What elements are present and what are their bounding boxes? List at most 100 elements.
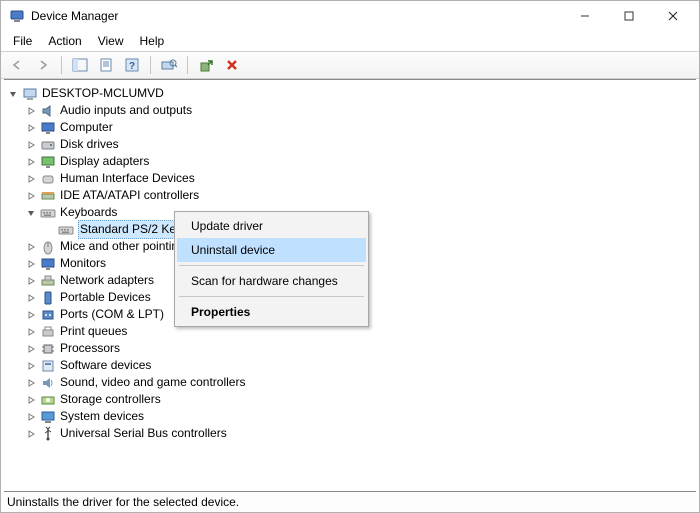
speaker-icon [40, 103, 56, 119]
tree-category[interactable]: Processors [6, 340, 694, 357]
disk-icon [40, 137, 56, 153]
portable-icon [40, 290, 56, 306]
scan-hardware-button[interactable] [157, 54, 181, 76]
context-menu: Update driverUninstall device Scan for ha… [174, 211, 369, 327]
menubar: File Action View Help [1, 31, 699, 51]
toolbar-separator [150, 56, 151, 74]
monitor-icon [40, 256, 56, 272]
category-label: Ports (COM & LPT) [60, 306, 164, 323]
tree-category[interactable]: Disk drives [6, 136, 694, 153]
context-menu-item[interactable]: Properties [177, 300, 366, 324]
network-icon [40, 273, 56, 289]
minimize-button[interactable] [563, 2, 607, 30]
context-menu-item[interactable]: Uninstall device [177, 238, 366, 262]
storage-icon [40, 392, 56, 408]
chevron-right-icon[interactable] [24, 376, 38, 390]
back-button[interactable] [5, 54, 29, 76]
tree-category[interactable]: Computer [6, 119, 694, 136]
svg-text:?: ? [129, 61, 135, 72]
chevron-right-icon[interactable] [24, 393, 38, 407]
tree-category[interactable]: IDE ATA/ATAPI controllers [6, 187, 694, 204]
chevron-right-icon[interactable] [24, 121, 38, 135]
tree-category[interactable]: Display adapters [6, 153, 694, 170]
computer-icon [22, 86, 38, 102]
software-icon [40, 358, 56, 374]
ide-icon [40, 188, 56, 204]
tree-category[interactable]: Human Interface Devices [6, 170, 694, 187]
help-button[interactable]: ? [120, 54, 144, 76]
toolbar: ? [1, 51, 699, 79]
mouse-icon [40, 239, 56, 255]
app-icon [9, 8, 25, 24]
context-menu-separator [179, 265, 364, 266]
chevron-right-icon[interactable] [24, 291, 38, 305]
update-driver-button[interactable] [194, 54, 218, 76]
chevron-right-icon[interactable] [24, 410, 38, 424]
tree-category[interactable]: Universal Serial Bus controllers [6, 425, 694, 442]
chevron-right-icon[interactable] [24, 138, 38, 152]
category-label: Universal Serial Bus controllers [60, 425, 227, 442]
keyboard-icon [40, 205, 56, 221]
category-label: System devices [60, 408, 144, 425]
tree-category[interactable]: Software devices [6, 357, 694, 374]
titlebar: Device Manager [1, 1, 699, 31]
chevron-down-icon[interactable] [6, 87, 20, 101]
chevron-right-icon[interactable] [24, 189, 38, 203]
menu-file[interactable]: File [5, 32, 40, 50]
category-label: Keyboards [60, 204, 117, 221]
menu-action[interactable]: Action [40, 32, 89, 50]
category-label: Software devices [60, 357, 151, 374]
chevron-down-icon[interactable] [24, 206, 38, 220]
root-label: DESKTOP-MCLUMVD [42, 85, 164, 102]
category-label: Computer [60, 119, 113, 136]
tree-category[interactable]: Sound, video and game controllers [6, 374, 694, 391]
show-hide-tree-button[interactable] [68, 54, 92, 76]
category-label: Monitors [60, 255, 106, 272]
chevron-right-icon[interactable] [24, 325, 38, 339]
category-label: IDE ATA/ATAPI controllers [60, 187, 199, 204]
keyboard-icon [58, 222, 74, 238]
close-button[interactable] [651, 2, 695, 30]
chevron-right-icon[interactable] [24, 427, 38, 441]
context-menu-item[interactable]: Scan for hardware changes [177, 269, 366, 293]
chevron-right-icon[interactable] [24, 257, 38, 271]
context-menu-separator [179, 296, 364, 297]
category-label: Network adapters [60, 272, 154, 289]
category-label: Storage controllers [60, 391, 161, 408]
statusbar: Uninstalls the driver for the selected d… [1, 492, 699, 512]
cpu-icon [40, 341, 56, 357]
tree-category[interactable]: Storage controllers [6, 391, 694, 408]
display-icon [40, 154, 56, 170]
maximize-button[interactable] [607, 2, 651, 30]
menu-view[interactable]: View [90, 32, 132, 50]
chevron-right-icon[interactable] [24, 240, 38, 254]
category-label: Audio inputs and outputs [60, 102, 192, 119]
category-label: Display adapters [60, 153, 149, 170]
chevron-right-icon[interactable] [24, 342, 38, 356]
properties-button[interactable] [94, 54, 118, 76]
category-label: Disk drives [60, 136, 119, 153]
tree-category[interactable]: System devices [6, 408, 694, 425]
category-label: Human Interface Devices [60, 170, 195, 187]
category-label: Portable Devices [60, 289, 151, 306]
chevron-right-icon[interactable] [24, 104, 38, 118]
menu-help[interactable]: Help [132, 32, 173, 50]
chevron-right-icon[interactable] [24, 155, 38, 169]
toolbar-separator [61, 56, 62, 74]
context-menu-item[interactable]: Update driver [177, 214, 366, 238]
sound-icon [40, 375, 56, 391]
status-text: Uninstalls the driver for the selected d… [7, 495, 239, 509]
tree-category[interactable]: Audio inputs and outputs [6, 102, 694, 119]
forward-button[interactable] [31, 54, 55, 76]
chevron-right-icon[interactable] [24, 274, 38, 288]
device-manager-window: Device Manager File Action View Help [0, 0, 700, 513]
uninstall-button[interactable] [220, 54, 244, 76]
tree-root[interactable]: DESKTOP-MCLUMVD [6, 85, 694, 102]
chevron-right-icon[interactable] [24, 172, 38, 186]
category-label: Sound, video and game controllers [60, 374, 245, 391]
chevron-right-icon[interactable] [24, 359, 38, 373]
toolbar-separator [187, 56, 188, 74]
category-label: Print queues [60, 323, 127, 340]
chevron-right-icon[interactable] [24, 308, 38, 322]
monitor-icon [40, 120, 56, 136]
